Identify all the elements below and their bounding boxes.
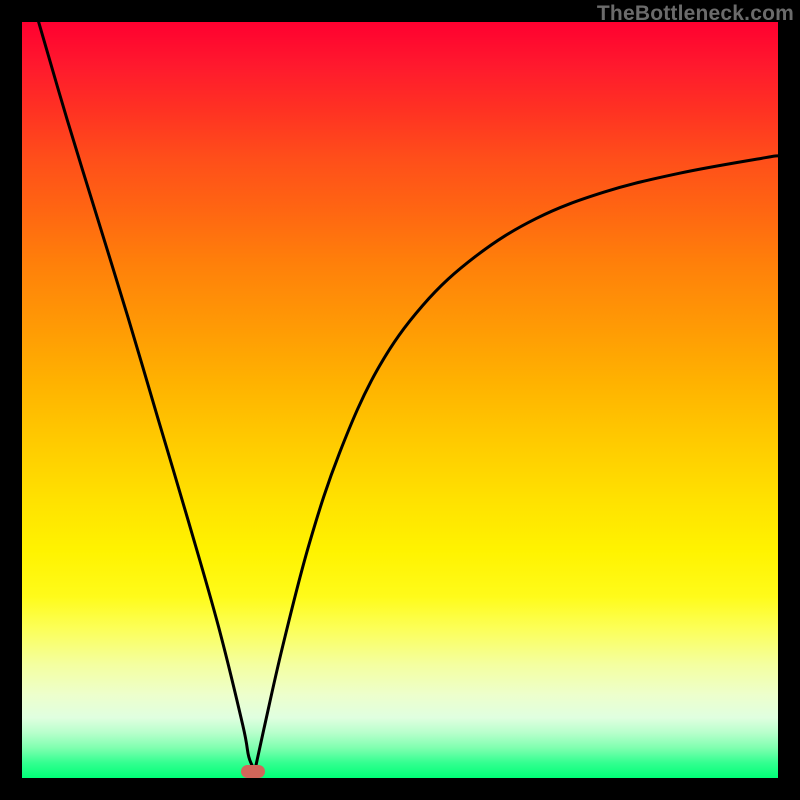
watermark-text: TheBottleneck.com	[597, 2, 794, 26]
plot-area	[22, 22, 778, 778]
optimal-point-marker	[241, 765, 265, 778]
bottleneck-curve	[22, 22, 778, 778]
chart-frame: TheBottleneck.com	[0, 0, 800, 800]
